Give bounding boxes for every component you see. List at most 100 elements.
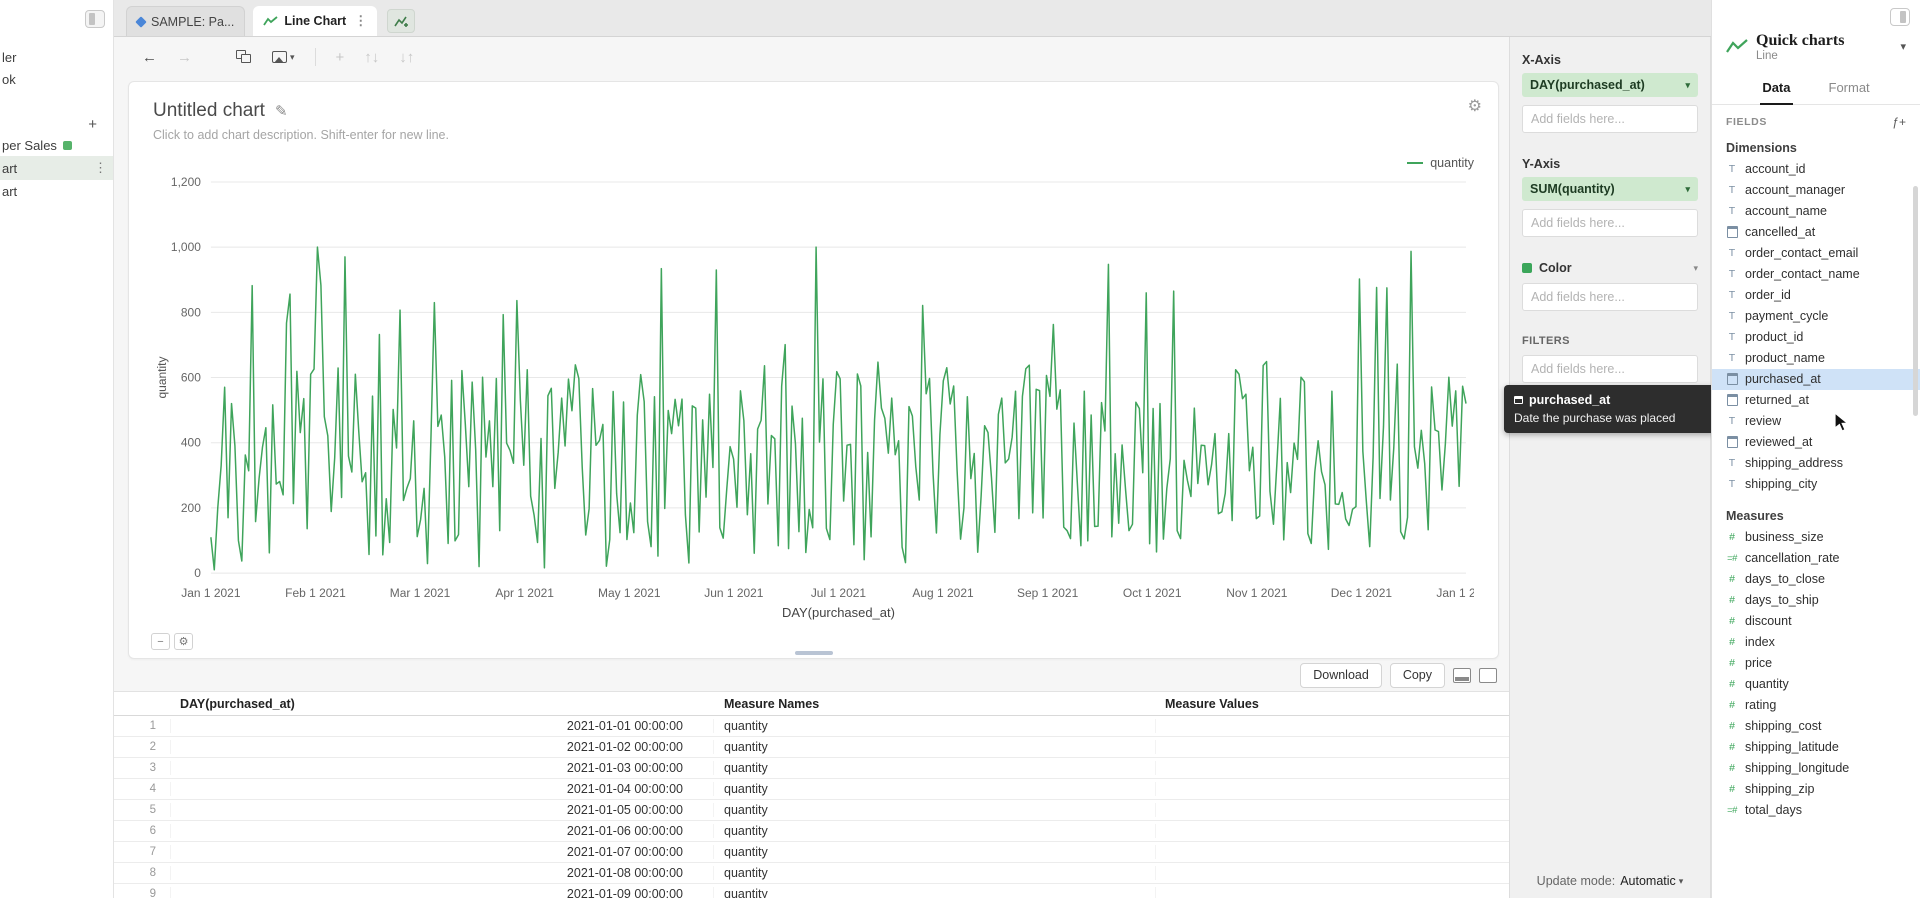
field-type-icon xyxy=(1726,184,1738,196)
tab-sample-dataset[interactable]: SAMPLE: Pa... xyxy=(126,6,245,36)
x-axis-drop-zone[interactable]: Add fields here... xyxy=(1522,105,1698,133)
kebab-menu-icon[interactable]: ⋮ xyxy=(94,160,107,176)
table-row[interactable]: 2 2021-01-02 00:00:00 quantity 10 xyxy=(114,737,1509,758)
edit-title-pencil-icon[interactable]: ✎ xyxy=(275,102,288,120)
measure-field[interactable]: quantity xyxy=(1712,674,1920,695)
dimension-field[interactable]: product_name xyxy=(1712,348,1920,369)
field-type-icon xyxy=(1726,457,1738,469)
measure-field[interactable]: shipping_longitude xyxy=(1712,758,1920,779)
dimension-field[interactable]: product_id xyxy=(1712,327,1920,348)
field-name: review xyxy=(1745,414,1781,428)
tab-format[interactable]: Format xyxy=(1827,72,1872,104)
chart-title[interactable]: Untitled chart xyxy=(153,100,265,122)
column-header[interactable]: DAY(purchased_at) xyxy=(170,697,714,711)
tab-menu-icon[interactable]: ⋮ xyxy=(354,13,367,29)
update-mode-select[interactable]: Automatic ▾ xyxy=(1620,874,1683,888)
field-type-icon xyxy=(1726,205,1738,217)
color-section-header[interactable]: Color ▾ xyxy=(1522,261,1698,275)
dimension-field[interactable]: shipping_address xyxy=(1712,453,1920,474)
toolbar-divider xyxy=(315,48,316,66)
chevron-down-icon: ▾ xyxy=(1685,80,1690,91)
collapse-sidebar-icon[interactable] xyxy=(85,10,105,28)
zoom-out-icon[interactable]: − xyxy=(151,633,170,650)
table-compact-icon[interactable] xyxy=(1453,668,1471,683)
x-axis-field-pill[interactable]: DAY(purchased_at) ▾ xyxy=(1522,73,1698,97)
dimension-field[interactable]: returned_at xyxy=(1712,390,1920,411)
dimension-field[interactable]: purchased_at xyxy=(1712,369,1920,390)
dimension-field[interactable]: shipping_city xyxy=(1712,474,1920,495)
dimension-field[interactable]: cancelled_at xyxy=(1712,222,1920,243)
dimension-field[interactable]: order_contact_name xyxy=(1712,264,1920,285)
dimension-field[interactable]: order_contact_email xyxy=(1712,243,1920,264)
add-calculated-field-icon[interactable]: ƒ+ xyxy=(1892,115,1906,129)
measure-field[interactable]: shipping_zip xyxy=(1712,779,1920,800)
dimension-field[interactable]: account_manager xyxy=(1712,180,1920,201)
table-row[interactable]: 4 2021-01-04 00:00:00 quantity 330 xyxy=(114,779,1509,800)
table-row[interactable]: 1 2021-01-01 00:00:00 quantity 110 xyxy=(114,716,1509,737)
sidebar-item-dataset[interactable]: per Sales xyxy=(0,134,113,156)
dimension-field[interactable]: account_name xyxy=(1712,201,1920,222)
measure-field[interactable]: cancellation_rate xyxy=(1712,548,1920,569)
fields-scrollbar[interactable] xyxy=(1913,186,1918,416)
sidebar-item[interactable]: ok xyxy=(0,68,113,90)
field-name: returned_at xyxy=(1745,393,1809,407)
panel-subtitle: Line xyxy=(1756,50,1844,62)
chevron-down-icon: ▾ xyxy=(1679,876,1684,887)
table-row[interactable]: 7 2021-01-07 00:00:00 quantity 520 xyxy=(114,842,1509,863)
measure-field[interactable]: index xyxy=(1712,632,1920,653)
export-image-icon[interactable]: ▾ xyxy=(272,51,295,63)
measure-field[interactable]: total_days xyxy=(1712,800,1920,821)
dimension-field[interactable]: account_id xyxy=(1712,159,1920,180)
chart-toolbar: ← → ▾ + ↑↓ ↓↑ xyxy=(114,37,1509,77)
measure-field[interactable]: shipping_cost xyxy=(1712,716,1920,737)
sidebar-item[interactable]: art xyxy=(0,180,113,202)
chart-settings-gear-icon[interactable]: ⚙ xyxy=(1468,96,1482,116)
table-row[interactable]: 5 2021-01-05 00:00:00 quantity 570 xyxy=(114,800,1509,821)
dimension-field[interactable]: order_id xyxy=(1712,285,1920,306)
measure-field[interactable]: days_to_ship xyxy=(1712,590,1920,611)
chart-description-placeholder[interactable]: Click to add chart description. Shift-en… xyxy=(153,128,1474,142)
dimension-field[interactable]: reviewed_at xyxy=(1712,432,1920,453)
tab-data[interactable]: Data xyxy=(1760,72,1792,105)
quick-charts-header[interactable]: Quick charts Line ▾ xyxy=(1712,28,1920,72)
line-chart[interactable]: 02004006008001,0001,200Jan 1 2021Feb 1 2… xyxy=(153,172,1474,623)
column-header[interactable]: Measure Values xyxy=(1155,697,1509,711)
table-row[interactable]: 9 2021-01-09 00:00:00 quantity 100 xyxy=(114,884,1509,898)
dimension-field[interactable]: payment_cycle xyxy=(1712,306,1920,327)
update-mode-label: Update mode: xyxy=(1537,874,1616,888)
dimension-field[interactable]: review xyxy=(1712,411,1920,432)
measure-field[interactable]: shipping_latitude xyxy=(1712,737,1920,758)
table-expand-icon[interactable] xyxy=(1479,668,1497,683)
color-drop-zone[interactable]: Add fields here... xyxy=(1522,283,1698,311)
download-button[interactable]: Download xyxy=(1300,663,1382,688)
sidebar-item-current-chart[interactable]: art ⋮ xyxy=(0,156,113,180)
duplicate-chart-icon[interactable] xyxy=(236,50,252,64)
horizontal-scroll-handle[interactable] xyxy=(795,651,833,655)
table-row[interactable]: 6 2021-01-06 00:00:00 quantity 170 xyxy=(114,821,1509,842)
filters-drop-zone[interactable]: Add fields here... xyxy=(1522,355,1698,383)
back-icon[interactable]: ← xyxy=(142,49,157,66)
collapse-panel-icon[interactable] xyxy=(1890,8,1910,26)
tab-line-chart[interactable]: Line Chart ⋮ xyxy=(253,6,377,36)
measure-field[interactable]: business_size xyxy=(1712,527,1920,548)
chevron-down-icon[interactable]: ▾ xyxy=(1900,40,1906,53)
cell-date: 2021-01-08 00:00:00 xyxy=(170,866,714,880)
column-header[interactable]: Measure Names xyxy=(714,697,1155,711)
measure-field[interactable]: price xyxy=(1712,653,1920,674)
table-row[interactable]: 8 2021-01-08 00:00:00 quantity 390 xyxy=(114,863,1509,884)
new-chart-button[interactable] xyxy=(387,9,415,33)
table-row[interactable]: 3 2021-01-03 00:00:00 quantity 200 xyxy=(114,758,1509,779)
y-axis-field-pill[interactable]: SUM(quantity) ▾ xyxy=(1522,177,1698,201)
svg-text:200: 200 xyxy=(181,501,201,515)
chart-options-gear-icon[interactable]: ⚙ xyxy=(174,633,193,650)
add-page-button[interactable]: + xyxy=(0,114,113,134)
copy-button[interactable]: Copy xyxy=(1390,663,1445,688)
table-body: 1 2021-01-01 00:00:00 quantity 110 2 202… xyxy=(114,716,1509,898)
field-name: index xyxy=(1745,635,1775,649)
y-axis-drop-zone[interactable]: Add fields here... xyxy=(1522,209,1698,237)
measure-field[interactable]: discount xyxy=(1712,611,1920,632)
measure-field[interactable]: days_to_close xyxy=(1712,569,1920,590)
measure-field[interactable]: rating xyxy=(1712,695,1920,716)
cell-measure-name: quantity xyxy=(714,782,1155,796)
sidebar-item[interactable]: ler xyxy=(0,46,113,68)
